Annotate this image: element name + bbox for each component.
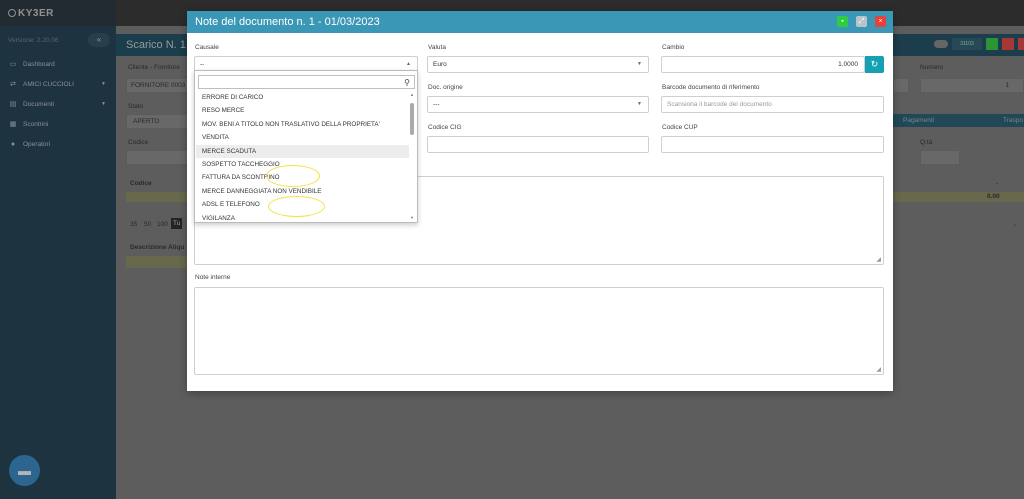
valuta-value: Euro [433, 61, 447, 68]
caret-down-icon: ▼ [637, 61, 642, 67]
valuta-select[interactable]: Euro ▼ [427, 56, 649, 73]
barcode-label: Barcode documento di riferimento [662, 84, 760, 91]
cig-label: Codice CIG [428, 124, 462, 131]
save-icon: ▪ [841, 18, 844, 25]
search-icon: ⚲ [404, 78, 410, 87]
list-item-highlighted[interactable]: MERCE SCADUTA [196, 144, 409, 158]
doc-origine-label: Doc. origine [428, 84, 463, 91]
modal-title: Note del documento n. 1 - 01/03/2023 [195, 16, 380, 28]
cup-input[interactable] [661, 136, 884, 153]
close-icon: × [878, 18, 883, 25]
refresh-rate-button[interactable]: ↻ [865, 56, 884, 73]
cambio-value: 1.0000 [838, 61, 858, 68]
cambio-label: Cambio [662, 44, 685, 51]
expand-button[interactable]: ⤢ [856, 16, 867, 27]
list-item[interactable]: ERRORE DI CARICO [196, 91, 409, 104]
note-interne-textarea[interactable]: ◢ [194, 287, 884, 375]
cig-input[interactable] [427, 136, 649, 153]
list-item[interactable]: MOV. BENI A TITOLO NON TRASLATIVO DELLA … [196, 118, 409, 131]
annotation-ellipse [268, 196, 325, 217]
doc-origine-value: --- [433, 101, 440, 108]
annotation-ellipse [266, 165, 320, 187]
modal-header: Note del documento n. 1 - 01/03/2023 ▪ ⤢… [187, 11, 893, 33]
scroll-down-icon[interactable]: ▼ [410, 215, 414, 220]
dropdown-search-input[interactable]: ⚲ [198, 75, 415, 89]
scroll-up-icon[interactable]: ▲ [410, 92, 414, 97]
refresh-icon: ↻ [870, 59, 879, 69]
barcode-input[interactable]: Scansiona il barcode del documento [661, 96, 884, 113]
expand-icon: ⤢ [858, 18, 865, 25]
save-button[interactable]: ▪ [837, 16, 848, 27]
cup-label: Codice CUP [662, 124, 698, 131]
cambio-input[interactable]: 1.0000 [661, 56, 865, 73]
valuta-label: Valuta [428, 44, 446, 51]
note-interne-label: Note interne [195, 274, 231, 281]
barcode-placeholder: Scansiona il barcode del documento [667, 101, 772, 108]
doc-origine-select[interactable]: --- ▼ [427, 96, 649, 113]
dropdown-scrollbar[interactable] [410, 103, 414, 135]
modal-actions: ▪ ⤢ × [837, 16, 886, 27]
list-item[interactable]: RESO MERCE [196, 104, 409, 117]
list-item[interactable]: VENDITA [196, 131, 409, 144]
resize-grip-icon: ◢ [876, 367, 881, 373]
causale-value: -- [200, 61, 205, 68]
close-button[interactable]: × [875, 16, 886, 27]
resize-grip-icon: ◢ [876, 257, 881, 263]
caret-down-icon: ▼ [637, 101, 642, 107]
causale-label: Causale [195, 44, 219, 51]
